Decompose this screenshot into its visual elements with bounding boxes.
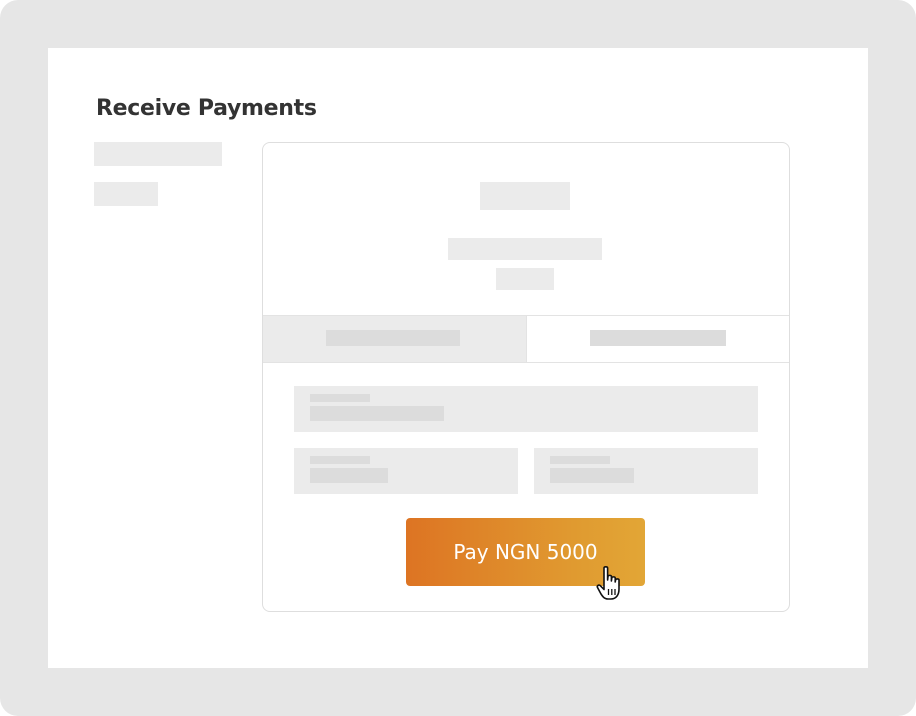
card-amount-placeholder [496, 268, 554, 290]
card-header-placeholder [480, 182, 570, 210]
field-label-placeholder [310, 394, 370, 402]
tab-payment-method-2[interactable] [526, 316, 789, 362]
tab-payment-method-1[interactable] [263, 316, 526, 362]
field-value-placeholder [550, 468, 634, 483]
field-value-placeholder [310, 406, 444, 421]
cvv-field[interactable] [534, 448, 758, 494]
tab-label-placeholder [590, 330, 726, 346]
card-subtitle-placeholder [448, 238, 602, 260]
tab-label-placeholder [326, 330, 460, 346]
field-value-placeholder [310, 468, 388, 483]
expiry-date-field[interactable] [294, 448, 518, 494]
sidebar-placeholder-line [94, 142, 222, 166]
card-number-field[interactable] [294, 386, 758, 432]
page-content: Receive Payments Pay NGN 5000 [48, 48, 868, 668]
field-label-placeholder [550, 456, 610, 464]
app-window-frame: Receive Payments Pay NGN 5000 [0, 0, 916, 716]
page-title: Receive Payments [96, 96, 317, 121]
payment-method-tabs [263, 315, 789, 363]
field-label-placeholder [310, 456, 370, 464]
payment-card: Pay NGN 5000 [262, 142, 790, 612]
hand-pointer-icon [596, 566, 620, 600]
sidebar-placeholder-line [94, 182, 158, 206]
